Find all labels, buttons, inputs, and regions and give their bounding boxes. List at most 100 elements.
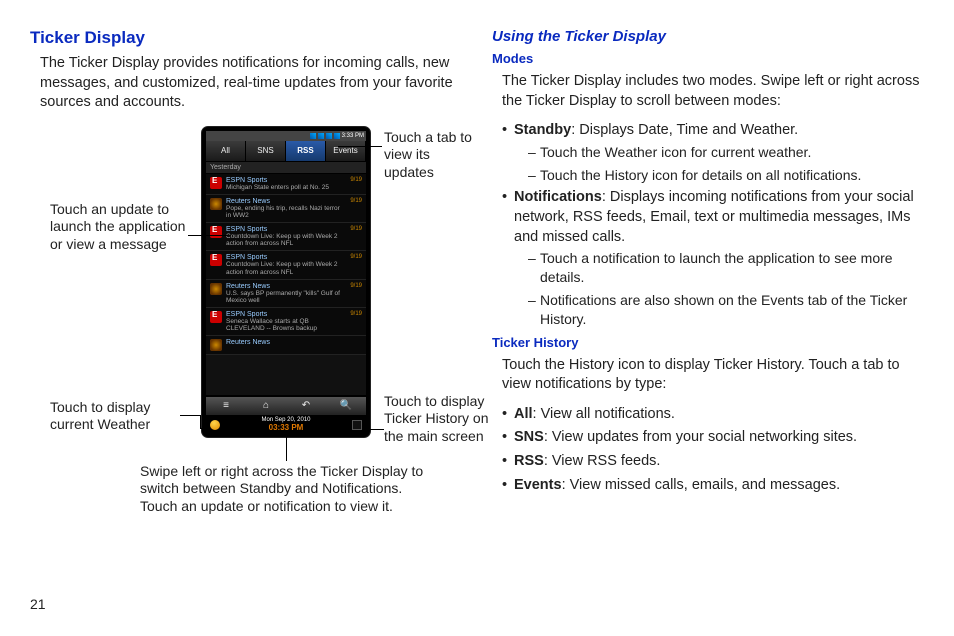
standby-sub2: Touch the History icon for details on al…	[528, 166, 924, 185]
hist-all-text: : View all notifications.	[533, 406, 675, 422]
status-bar: 3:33 PM	[206, 131, 366, 141]
signal-icon	[310, 133, 316, 139]
phone-tabs: All SNS RSS Events	[206, 141, 366, 161]
feed-item[interactable]: Reuters News	[206, 336, 366, 355]
callout-history: Touch to display Ticker History on the m…	[384, 393, 504, 446]
feed-date: 9/19	[346, 254, 362, 260]
feed-item-text: ESPN SportsCountdown Live: Keep up with …	[226, 226, 342, 247]
bullet-hist-events: Events: View missed calls, emails, and m…	[502, 476, 924, 496]
heading-modes: Modes	[492, 51, 924, 66]
home-key[interactable]: ⌂	[246, 397, 286, 415]
ticker-time: 03:33 PM	[224, 423, 348, 432]
modes-intro: The Ticker Display includes two modes. S…	[492, 72, 924, 111]
status-clock: 3:33 PM	[342, 133, 364, 139]
battery-icon	[334, 133, 340, 139]
feed-source: Reuters News	[226, 283, 342, 290]
hist-rss-text: : View RSS feeds.	[544, 453, 661, 469]
bullet-hist-rss: RSS: View RSS feeds.	[502, 452, 924, 472]
menu-key[interactable]: ≡	[206, 397, 246, 415]
tab-sns[interactable]: SNS	[246, 141, 286, 161]
feed-source: ESPN Sports	[226, 226, 342, 233]
hist-rss-label: RSS	[514, 453, 544, 469]
back-key[interactable]: ↶	[286, 397, 326, 415]
bullet-standby: Standby: Displays Date, Time and Weather…	[502, 121, 924, 184]
callout-tab: Touch a tab to view its updates	[384, 129, 474, 182]
ticker-bar: Mon Sep 20, 2010 03:33 PM	[206, 417, 366, 433]
feed-headline: Pope, ending his trip, recalls Nazi terr…	[226, 205, 342, 219]
notif-sub2: Notifications are also shown on the Even…	[528, 291, 924, 329]
standby-text: : Displays Date, Time and Weather.	[571, 122, 798, 138]
espn-icon	[210, 177, 222, 189]
feed-source: Reuters News	[226, 339, 342, 346]
hist-all-label: All	[514, 406, 533, 422]
callout-history-line	[364, 429, 384, 430]
phone-mockup: 3:33 PM All SNS RSS Events Yesterday ESP…	[202, 127, 370, 437]
history-icon[interactable]	[352, 420, 362, 430]
callout-update-line	[188, 235, 228, 236]
callout-weather-line	[180, 415, 200, 416]
feed-item-text: ESPN SportsMichigan State enters poll at…	[226, 177, 342, 191]
tab-events[interactable]: Events	[326, 141, 366, 161]
divider-yesterday: Yesterday	[206, 161, 366, 174]
feed-item-text: Reuters NewsU.S. says BP permanently "ki…	[226, 283, 342, 304]
bullet-hist-sns: SNS: View updates from your social netwo…	[502, 428, 924, 448]
ticker-datetime: Mon Sep 20, 2010 03:33 PM	[224, 417, 348, 432]
left-column: Ticker Display The Ticker Display provid…	[30, 28, 462, 616]
hist-events-label: Events	[514, 477, 562, 493]
feed-list: ESPN SportsMichigan State enters poll at…	[206, 174, 366, 356]
feed-item[interactable]: Reuters NewsU.S. says BP permanently "ki…	[206, 280, 366, 308]
feed-item[interactable]: ESPN SportsSeneca Wallace starts at QB C…	[206, 308, 366, 336]
subsection-using-ticker: Using the Ticker Display	[492, 28, 924, 45]
hist-sns-text: : View updates from your social networki…	[544, 429, 857, 445]
espn-icon	[210, 254, 222, 266]
soft-keys: ≡ ⌂ ↶ 🔍	[206, 397, 366, 415]
feed-date: 9/19	[346, 226, 362, 232]
callout-weather-line2	[200, 415, 201, 429]
espn-icon	[210, 311, 222, 323]
tab-all[interactable]: All	[206, 141, 246, 161]
notif-label: Notifications	[514, 189, 602, 205]
bullet-notifications: Notifications: Displays incoming notific…	[502, 188, 924, 328]
bluetooth-icon	[318, 133, 324, 139]
feed-headline: U.S. says BP permanently "kills" Gulf of…	[226, 290, 342, 304]
feed-item-text: ESPN SportsCountdown Live: Keep up with …	[226, 254, 342, 275]
callout-swipe: Swipe left or right across the Ticker Di…	[140, 463, 440, 516]
callout-weather: Touch to display current Weather	[50, 399, 180, 434]
feed-source: ESPN Sports	[226, 311, 342, 318]
standby-label: Standby	[514, 122, 571, 138]
callout-tab-line	[338, 146, 382, 147]
right-column: Using the Ticker Display Modes The Ticke…	[492, 28, 924, 616]
feed-source: Reuters News	[226, 198, 342, 205]
feed-date: 9/19	[346, 198, 362, 204]
intro-paragraph: The Ticker Display provides notification…	[30, 54, 462, 113]
hist-sns-label: SNS	[514, 429, 544, 445]
modes-list: Standby: Displays Date, Time and Weather…	[492, 121, 924, 329]
feed-item-text: ESPN SportsSeneca Wallace starts at QB C…	[226, 311, 342, 332]
phone-screen: 3:33 PM All SNS RSS Events Yesterday ESP…	[206, 131, 366, 395]
history-list: All: View all notifications. SNS: View u…	[492, 405, 924, 495]
feed-date: 9/19	[346, 283, 362, 289]
search-key[interactable]: 🔍	[326, 397, 366, 415]
feed-item[interactable]: Reuters NewsPope, ending his trip, recal…	[206, 195, 366, 223]
feed-item[interactable]: ESPN SportsCountdown Live: Keep up with …	[206, 251, 366, 279]
phone-figure: 3:33 PM All SNS RSS Events Yesterday ESP…	[30, 123, 462, 553]
feed-item-text: Reuters News	[226, 339, 342, 346]
feed-headline: Countdown Live: Keep up with Week 2 acti…	[226, 233, 342, 247]
feed-date: 9/19	[346, 311, 362, 317]
notif-sub1: Touch a notification to launch the appli…	[528, 249, 924, 287]
history-intro: Touch the History icon to display Ticker…	[492, 356, 924, 395]
reuters-icon	[210, 283, 222, 295]
feed-item[interactable]: ESPN SportsMichigan State enters poll at…	[206, 174, 366, 195]
weather-icon[interactable]	[210, 420, 220, 430]
feed-date: 9/19	[346, 177, 362, 183]
tab-rss[interactable]: RSS	[286, 141, 326, 161]
feed-source: ESPN Sports	[226, 254, 342, 261]
page-number: 21	[30, 596, 46, 612]
feed-item[interactable]: ESPN SportsCountdown Live: Keep up with …	[206, 223, 366, 251]
feed-source: ESPN Sports	[226, 177, 342, 184]
wifi-icon	[326, 133, 332, 139]
bullet-hist-all: All: View all notifications.	[502, 405, 924, 425]
callout-swipe-line	[286, 437, 287, 461]
callout-weather-line3	[200, 428, 210, 429]
reuters-icon	[210, 198, 222, 210]
